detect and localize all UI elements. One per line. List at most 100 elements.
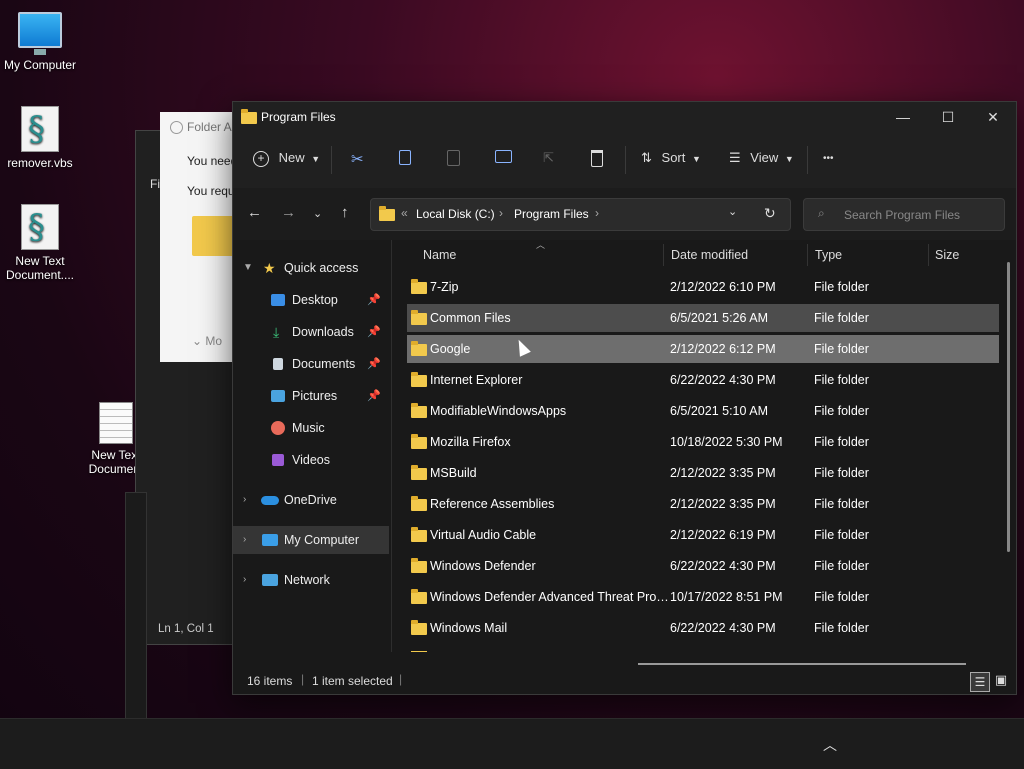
dialog-text-2: You requ xyxy=(187,184,235,198)
folder-icon xyxy=(411,589,427,604)
copy-button[interactable] xyxy=(399,150,411,168)
file-row[interactable]: Windows Defender 6/22/2022 4:30 PM File … xyxy=(407,552,999,580)
notepad-status: Ln 1, Col 1 xyxy=(158,623,214,635)
tray-chevron-icon[interactable]: ︿ xyxy=(823,735,837,755)
column-separator[interactable] xyxy=(807,244,808,266)
file-row[interactable]: Common Files 6/5/2021 5:26 AM File folde… xyxy=(407,304,999,332)
file-row[interactable]: Virtual Audio Cable 2/12/2022 6:19 PM Fi… xyxy=(407,521,999,549)
delete-button[interactable] xyxy=(591,150,603,170)
toolbar-separator xyxy=(331,146,332,174)
pin-icon[interactable]: 📌 xyxy=(367,382,381,410)
text-file-icon xyxy=(99,402,133,444)
sidebar-item-music[interactable]: Music xyxy=(233,414,389,442)
sidebar-item-desktop[interactable]: Desktop 📌 xyxy=(233,286,389,314)
cloud-icon xyxy=(261,496,279,505)
copy-icon xyxy=(399,150,411,165)
column-header-name[interactable]: Name xyxy=(423,240,456,270)
desktop-icon-my-computer[interactable]: My Computer xyxy=(0,12,80,72)
sort-ascending-icon: ︿ xyxy=(536,240,546,250)
file-explorer-window[interactable]: Program Files — ☐ ✕ + New ▼ ✂ ⇱ ⇅ Sort ▼… xyxy=(232,101,1017,695)
notepad-menu[interactable]: Fi xyxy=(150,177,160,191)
recent-locations-chevron-icon[interactable]: ⌄ xyxy=(313,207,322,220)
column-header-date[interactable]: Date modified xyxy=(671,240,748,270)
tiles-view-icon[interactable]: ▣ xyxy=(993,672,1009,688)
minimize-button[interactable]: — xyxy=(880,102,926,132)
new-button[interactable]: + New ▼ xyxy=(253,150,320,167)
computer-icon xyxy=(262,534,278,546)
folder-access-dialog[interactable]: Folder A You need You requ ⌄ Mo xyxy=(160,112,240,362)
column-header-type[interactable]: Type xyxy=(815,240,842,270)
selected-count: 1 item selected xyxy=(312,674,393,688)
more-details[interactable]: ⌄ Mo xyxy=(192,334,222,348)
paste-button[interactable] xyxy=(447,150,460,169)
address-overflow[interactable]: « xyxy=(401,206,408,220)
file-row[interactable]: Internet Explorer 6/22/2022 4:30 PM File… xyxy=(407,366,999,394)
address-dropdown-icon[interactable]: ⌄ xyxy=(728,205,737,218)
breadcrumb-program-files[interactable]: Program Files xyxy=(514,207,589,221)
sidebar-item-quick-access[interactable]: ▼ ★ Quick access xyxy=(233,254,389,282)
download-arrow-icon: ⤓ xyxy=(273,324,280,340)
file-row[interactable]: ModifiableWindowsApps 6/5/2021 5:10 AM F… xyxy=(407,397,999,425)
column-separator[interactable] xyxy=(663,244,664,266)
sidebar-item-onedrive[interactable]: › OneDrive xyxy=(233,486,389,514)
up-arrow-icon[interactable]: ↑ xyxy=(341,204,349,221)
close-button[interactable]: ✕ xyxy=(970,102,1016,132)
sidebar-item-network[interactable]: › Network xyxy=(233,566,389,594)
status-separator: | xyxy=(399,672,403,686)
chevron-right-icon[interactable]: › xyxy=(243,486,246,514)
file-row[interactable]: Windows Mail 6/22/2022 4:30 PM File fold… xyxy=(407,614,999,642)
folder-icon xyxy=(411,496,427,511)
file-row[interactable]: Windows Defender Advanced Threat Prot...… xyxy=(407,583,999,611)
column-separator[interactable] xyxy=(928,244,929,266)
navigation-bar: ← → ⌄ ↑ « Local Disk (C:) › Program File… xyxy=(233,188,1016,240)
desktop-icon-label: New Text Document.... xyxy=(5,254,75,282)
file-row[interactable]: Mozilla Firefox 10/18/2022 5:30 PM File … xyxy=(407,428,999,456)
sidebar-item-my-computer[interactable]: › My Computer xyxy=(233,526,389,554)
title-bar[interactable]: Program Files — ☐ ✕ xyxy=(233,102,1016,132)
breadcrumb-separator-icon: › xyxy=(595,206,599,220)
pin-icon[interactable]: 📌 xyxy=(367,350,381,378)
horizontal-scrollbar[interactable] xyxy=(638,663,966,665)
share-button[interactable]: ⇱ xyxy=(543,150,554,166)
view-button[interactable]: ☰ View ▼ xyxy=(729,150,794,166)
music-icon xyxy=(271,421,285,435)
file-row[interactable]: 7-Zip 2/12/2022 6:10 PM File folder xyxy=(407,273,999,301)
share-icon: ⇱ xyxy=(543,150,554,165)
rename-icon xyxy=(495,150,512,163)
pin-icon[interactable]: 📌 xyxy=(367,286,381,314)
address-bar[interactable]: « Local Disk (C:) › Program Files › ⌄ ↻ xyxy=(370,198,791,231)
file-row-selected[interactable]: Google 2/12/2022 6:12 PM File folder xyxy=(407,335,999,363)
chevron-down-icon[interactable]: ▼ xyxy=(243,254,253,282)
refresh-icon[interactable]: ↻ xyxy=(764,205,776,222)
pin-icon[interactable]: 📌 xyxy=(367,318,381,346)
toolbar-separator xyxy=(807,146,808,174)
file-row[interactable]: MSBuild 2/12/2022 3:35 PM File folder xyxy=(407,459,999,487)
sidebar-item-videos[interactable]: Videos xyxy=(233,446,389,474)
clock-icon xyxy=(170,121,183,135)
console-window[interactable] xyxy=(125,492,147,722)
cut-button[interactable]: ✂ xyxy=(351,150,364,168)
folder-icon xyxy=(192,216,236,256)
chevron-right-icon[interactable]: › xyxy=(243,566,246,594)
see-more-button[interactable]: ••• xyxy=(823,153,834,164)
column-header-size[interactable]: Size xyxy=(935,240,959,270)
breadcrumb-local-disk[interactable]: Local Disk (C:) xyxy=(416,207,495,221)
file-row[interactable]: Reference Assemblies 2/12/2022 3:35 PM F… xyxy=(407,490,999,518)
file-list: ︿ Name Date modified Type Size 7-Zip 2/1… xyxy=(392,240,1014,652)
details-view-icon[interactable]: ☰ xyxy=(970,672,990,692)
dialog-title: Folder A xyxy=(170,120,232,135)
forward-arrow-icon[interactable]: → xyxy=(281,204,296,221)
sidebar-item-downloads[interactable]: ⤓ Downloads 📌 xyxy=(233,318,389,346)
vertical-scrollbar[interactable] xyxy=(1007,262,1010,552)
sort-button[interactable]: ⇅ Sort ▼ xyxy=(641,150,701,166)
sidebar-item-documents[interactable]: Documents 📌 xyxy=(233,350,389,378)
rename-button[interactable] xyxy=(495,150,512,166)
dialog-text-1: You need xyxy=(187,154,238,168)
desktop-icon-new-text-document[interactable]: New Text Document.... xyxy=(0,204,80,282)
back-arrow-icon[interactable]: ← xyxy=(247,204,262,221)
chevron-right-icon[interactable]: › xyxy=(243,526,246,554)
maximize-button[interactable]: ☐ xyxy=(925,102,971,132)
desktop-icon-remover-vbs[interactable]: remover.vbs xyxy=(0,106,80,170)
search-box[interactable]: ⌕ Search Program Files xyxy=(803,198,1005,231)
sidebar-item-pictures[interactable]: Pictures 📌 xyxy=(233,382,389,410)
